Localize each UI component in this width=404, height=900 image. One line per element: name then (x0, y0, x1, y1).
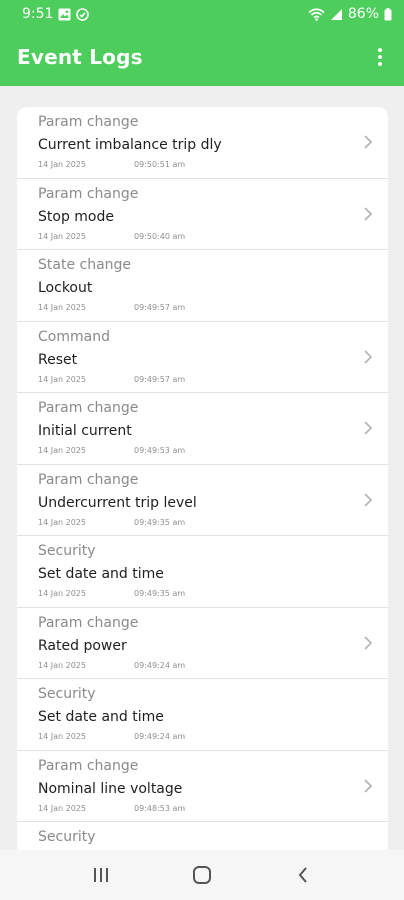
event-row: State change Lockout 14 Jan 2025 09:49:57 a… (17, 250, 388, 322)
event-row: Security Set date and time 14 Jan 2025 09:4… (17, 679, 388, 751)
event-title: Stop mode (38, 208, 114, 225)
event-category: State change (38, 257, 132, 273)
event-row[interactable]: Param change Initial current 14 Jan 2025 09… (17, 393, 388, 465)
chevron-right-icon[interactable] (362, 206, 374, 222)
event-time: 09:49:35 am (134, 517, 186, 527)
event-title: Lockout (38, 280, 93, 296)
event-time: 09:49:53 am (134, 446, 186, 455)
event-date: 14 Jan 2025 (38, 446, 86, 455)
event-row[interactable]: Param change Undercurrent trip level 14 Ja… (17, 465, 388, 536)
event-date: 14 Jan 2025 (38, 732, 86, 741)
event-title: Rated power (38, 637, 127, 654)
wifi-icon (308, 7, 325, 21)
event-title: Initial current (38, 423, 132, 439)
event-date: 14 Jan 2025 (38, 803, 86, 813)
recents-icon[interactable] (81, 855, 121, 895)
status-bar: 9:51 86% (0, 0, 404, 28)
event-row[interactable]: Command Reset 14 Jan 2025 09:49:57 am (17, 322, 388, 393)
event-date: 14 Jan 2025 (38, 303, 86, 312)
event-time: 09:49:35 am (134, 589, 186, 598)
event-title: Nominal line voltage (38, 780, 183, 797)
system-navigation-bar (0, 850, 404, 900)
event-date: 14 Jan 2025 (38, 160, 86, 169)
event-time: 09:50:51 am (134, 160, 186, 169)
event-title: Current imbalance trip dly (38, 137, 222, 153)
event-date: 14 Jan 2025 (38, 374, 86, 384)
event-date: 14 Jan 2025 (38, 589, 86, 598)
event-date: 14 Jan 2025 (38, 660, 86, 670)
event-category: Security (38, 829, 96, 845)
chevron-right-icon[interactable] (362, 635, 374, 651)
event-log-list-area[interactable]: Param change Current imbalance trip dly 14… (0, 86, 404, 850)
home-icon[interactable] (182, 855, 222, 895)
event-time: 09:49:57 am (134, 303, 186, 312)
sync-notification-icon (76, 7, 90, 21)
event-time: 09:49:24 am (134, 732, 186, 741)
status-time: 9:51 (22, 6, 54, 22)
event-title: Undercurrent trip level (38, 494, 197, 511)
event-row[interactable]: Param change Nominal line voltage 14 Jan 2… (17, 751, 388, 822)
event-category: Param change (38, 114, 139, 130)
event-row[interactable]: Param change Rated power 14 Jan 2025 09:49:… (17, 608, 388, 679)
event-category: Param change (38, 185, 139, 202)
battery-icon (384, 7, 392, 21)
event-log-card: Param change Current imbalance trip dly 14… (17, 107, 388, 850)
chevron-right-icon[interactable] (362, 778, 374, 794)
event-time: 09:48:53 am (134, 803, 186, 813)
chevron-right-icon[interactable] (362, 492, 374, 508)
signal-icon (330, 8, 343, 21)
event-date: 14 Jan 2025 (38, 231, 86, 241)
status-right: 86% (308, 6, 392, 22)
event-category: Param change (38, 614, 139, 631)
event-date: 14 Jan 2025 (38, 517, 86, 527)
event-category: Param change (38, 471, 139, 488)
chevron-right-icon[interactable] (362, 134, 374, 150)
event-category: Security (38, 686, 96, 702)
event-time: 09:49:24 am (134, 660, 186, 670)
event-row: Security Set date and time 14 Jan 2025 09:4… (17, 536, 388, 608)
event-row: Security (17, 822, 388, 850)
status-left: 9:51 (22, 6, 90, 22)
event-category: Param change (38, 400, 139, 416)
chevron-right-icon[interactable] (362, 349, 374, 365)
event-time: 09:49:57 am (134, 374, 186, 384)
page-title: Event Logs (17, 45, 143, 69)
event-title: Reset (38, 351, 78, 368)
event-category: Command (38, 328, 110, 345)
chevron-right-icon[interactable] (362, 420, 374, 436)
event-title: Set date and time (38, 566, 164, 582)
app-bar: Event Logs (0, 28, 404, 86)
back-icon[interactable] (283, 855, 323, 895)
event-category: Param change (38, 757, 139, 774)
gallery-notification-icon (58, 8, 71, 21)
event-row[interactable]: Param change Stop mode 14 Jan 2025 09:50:40… (17, 179, 388, 250)
event-category: Security (38, 543, 96, 559)
event-title: Set date and time (38, 709, 164, 725)
event-time: 09:50:40 am (134, 231, 186, 241)
more-vert-icon[interactable] (370, 42, 390, 72)
battery-percent: 86% (347, 6, 379, 22)
event-row[interactable]: Param change Current imbalance trip dly 14… (17, 107, 388, 179)
